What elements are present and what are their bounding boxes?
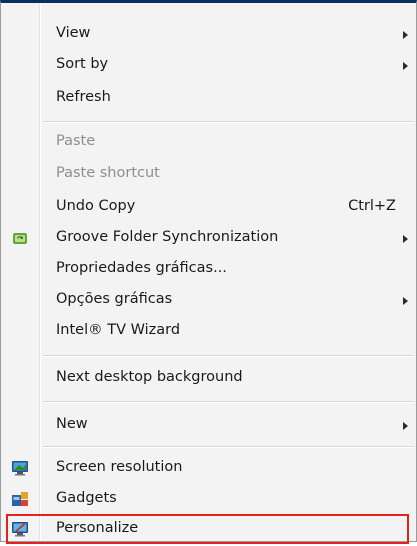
submenu-arrow-icon: [403, 62, 408, 70]
menu-item-opcoes-graficas[interactable]: Opções gráficas: [1, 285, 416, 317]
menu-item-screen-resolution[interactable]: Screen resolution: [1, 453, 416, 485]
groove-sync-icon: [11, 229, 29, 247]
menu-separator: [43, 401, 414, 403]
menu-separator: [43, 121, 414, 123]
menu-item-label: New: [56, 416, 88, 432]
menu-item-next-desktop-background[interactable]: Next desktop background: [1, 363, 416, 395]
menu-item-label: Personalize: [56, 520, 139, 536]
menu-item-sort-by[interactable]: Sort by: [1, 50, 416, 82]
menu-item-propriedades-graficas[interactable]: Propriedades gráficas...: [1, 254, 416, 286]
gadgets-icon: [11, 490, 29, 508]
menu-item-personalize[interactable]: Personalize: [1, 514, 416, 546]
menu-item-label: Intel® TV Wizard: [56, 322, 181, 338]
menu-item-label: Paste: [56, 133, 96, 149]
menu-item-paste-shortcut[interactable]: Paste shortcut: [1, 159, 416, 191]
menu-item-label: Opções gráficas: [56, 291, 173, 307]
menu-item-label: View: [56, 25, 91, 41]
menu-item-refresh[interactable]: Refresh: [1, 83, 416, 115]
menu-item-label: Groove Folder Synchronization: [56, 229, 279, 245]
submenu-arrow-icon: [403, 235, 408, 243]
menu-item-new[interactable]: New: [1, 410, 416, 442]
monitor-icon: [11, 459, 29, 477]
menu-item-label: Propriedades gráficas...: [56, 260, 227, 276]
menu-item-label: Undo Copy: [56, 198, 136, 214]
personalize-icon: [11, 520, 29, 538]
menu-item-label: Paste shortcut: [56, 165, 160, 181]
menu-item-view[interactable]: View: [1, 19, 416, 51]
submenu-arrow-icon: [403, 31, 408, 39]
submenu-arrow-icon: [403, 422, 408, 430]
menu-item-undo-copy[interactable]: Undo Copy Ctrl+Z: [1, 192, 416, 224]
menu-item-label: Refresh: [56, 89, 111, 105]
menu-separator: [43, 355, 414, 357]
menu-item-paste[interactable]: Paste: [1, 127, 416, 159]
menu-item-gadgets[interactable]: Gadgets: [1, 484, 416, 516]
menu-item-label: Gadgets: [56, 490, 117, 506]
menu-item-label: Sort by: [56, 56, 109, 72]
menu-item-label: Screen resolution: [56, 459, 183, 475]
submenu-arrow-icon: [403, 297, 408, 305]
menu-separator: [43, 446, 414, 448]
menu-item-shortcut: Ctrl+Z: [348, 198, 396, 214]
menu-item-groove-folder-sync[interactable]: Groove Folder Synchronization: [1, 223, 416, 255]
menu-item-intel-tv-wizard[interactable]: Intel® TV Wizard: [1, 316, 416, 348]
menu-item-label: Next desktop background: [56, 369, 243, 385]
context-menu: View Sort by Refresh Paste Paste shortcu…: [0, 0, 417, 544]
